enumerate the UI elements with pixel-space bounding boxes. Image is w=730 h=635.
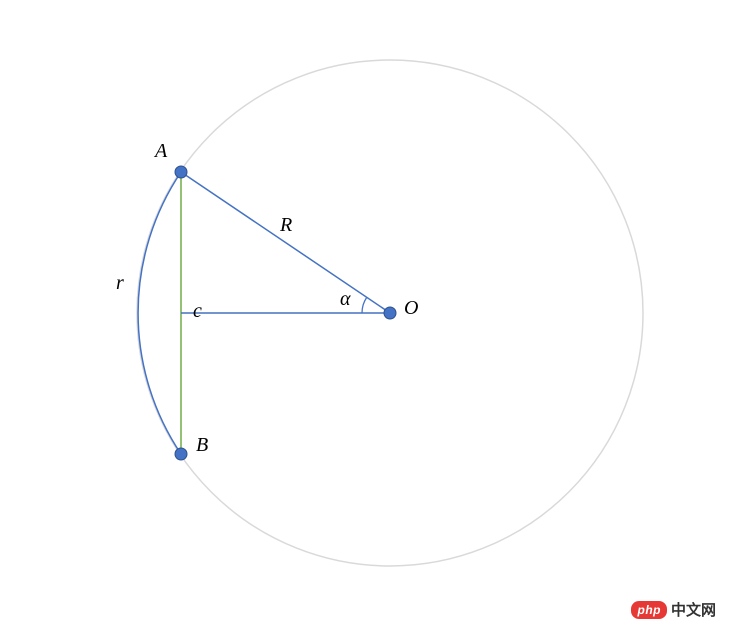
- label-b: B: [196, 434, 208, 457]
- angle-arc: [362, 297, 367, 313]
- point-a: [175, 166, 187, 178]
- label-a: A: [155, 140, 167, 163]
- watermark: php 中文网: [631, 599, 716, 620]
- point-b: [175, 448, 187, 460]
- geometry-diagram: A B O R r c α: [0, 0, 730, 630]
- diagram-svg: [0, 0, 730, 630]
- label-big-r: R: [280, 214, 292, 237]
- arc-ab: [138, 172, 181, 454]
- point-o: [384, 307, 396, 319]
- radius-oa: [181, 172, 390, 313]
- watermark-text: 中文网: [671, 599, 716, 620]
- label-alpha: α: [340, 288, 351, 311]
- label-c: c: [193, 300, 202, 323]
- label-small-r: r: [116, 272, 124, 295]
- watermark-badge: php: [631, 601, 667, 619]
- label-o: O: [404, 297, 418, 320]
